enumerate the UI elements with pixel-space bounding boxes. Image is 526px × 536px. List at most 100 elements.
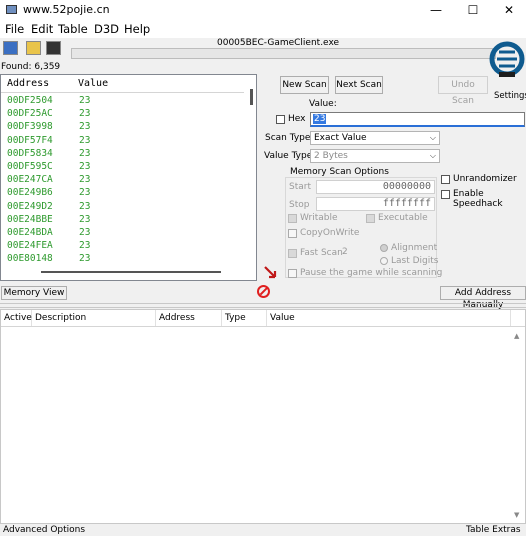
result-row[interactable]: 00E249D2 23 — [1, 201, 244, 214]
copy-on-write-label: CopyOnWrite — [300, 228, 360, 238]
value-label: Value: — [309, 99, 337, 109]
menu-table[interactable]: Table — [58, 22, 88, 36]
writable-checkbox[interactable] — [288, 214, 297, 223]
result-value: 23 — [79, 253, 91, 265]
result-value: 23 — [79, 200, 91, 212]
scan-progress-bar — [71, 48, 496, 59]
writable-label: Writable — [300, 213, 338, 223]
alignment-radio[interactable] — [380, 244, 388, 252]
memory-view-button[interactable]: Memory View — [1, 286, 67, 300]
add-to-list-arrow-icon[interactable] — [263, 265, 277, 279]
open-file-icon[interactable] — [26, 41, 41, 55]
add-address-manually-button[interactable]: Add Address Manually — [440, 286, 526, 310]
results-hscrollbar[interactable] — [41, 271, 221, 273]
advanced-options-link[interactable]: Advanced Options — [3, 525, 85, 535]
menu-file[interactable]: File — [5, 22, 24, 36]
menu-help[interactable]: Help — [124, 22, 150, 36]
executable-checkbox[interactable] — [366, 214, 375, 223]
stop-address-input[interactable]: ffffffff — [316, 197, 435, 211]
result-value: 23 — [79, 187, 91, 199]
result-row[interactable]: 00E80148 23 — [1, 253, 244, 266]
col-description[interactable]: Description — [32, 310, 156, 326]
value-type-select[interactable]: 2 Bytes ⌵ — [310, 149, 440, 163]
result-address: 00DF3998 — [7, 121, 53, 133]
col-address[interactable]: Address — [156, 310, 222, 326]
minimize-button[interactable]: — — [419, 0, 453, 20]
close-button[interactable]: ✕ — [492, 0, 526, 20]
fast-scan-value[interactable]: 2 — [342, 247, 348, 257]
result-row[interactable]: 00E24BDA 23 — [1, 227, 244, 240]
result-row[interactable]: 00DF3998 23 — [1, 121, 244, 134]
new-scan-button[interactable]: New Scan — [280, 76, 329, 94]
fast-scan-checkbox[interactable] — [288, 249, 297, 258]
maximize-button[interactable]: ☐ — [456, 0, 490, 20]
value-type-label: Value Type — [264, 151, 313, 161]
value-input[interactable]: 23 — [310, 112, 525, 127]
result-address: 00E80148 — [7, 253, 53, 265]
result-row[interactable]: 00E247CA 23 — [1, 174, 244, 187]
results-scrollbar[interactable] — [250, 89, 253, 105]
scroll-up-icon[interactable]: ▲ — [514, 332, 519, 340]
result-value: 23 — [79, 240, 91, 252]
result-address: 00E24FEA — [7, 240, 53, 252]
result-address: 00DF2504 — [7, 95, 53, 106]
result-address: 00DF595C — [7, 161, 53, 172]
result-row[interactable]: 00E249B6 23 — [1, 187, 244, 200]
scroll-down-icon[interactable]: ▼ — [514, 511, 519, 519]
scan-results-list[interactable]: Address Value 00DF2504 23 00DF25AC 23 00DF39… — [0, 74, 257, 281]
value-text: 23 — [313, 114, 327, 124]
menu-d3d[interactable]: D3D — [94, 22, 119, 36]
results-col-address[interactable]: Address — [7, 78, 49, 89]
memory-scan-options-title: Memory Scan Options — [289, 167, 390, 177]
results-header: Address Value — [1, 75, 244, 93]
address-table-scrollbar[interactable]: ▲ ▼ — [511, 326, 525, 523]
menu-edit[interactable]: Edit — [31, 22, 53, 36]
result-row[interactable]: 00DF2504 23 — [1, 95, 244, 108]
settings-label[interactable]: Settings — [494, 91, 526, 101]
result-row[interactable]: 00E24BBE 23 — [1, 214, 244, 227]
undo-scan-button[interactable]: Undo Scan — [438, 76, 488, 106]
fast-scan-label: Fast Scan — [300, 248, 343, 258]
alignment-label: Alignment — [391, 243, 438, 253]
result-value: 23 — [79, 108, 91, 120]
speedhack-checkbox[interactable] — [441, 190, 450, 199]
pause-game-label: Pause the game while scanning — [300, 268, 443, 278]
start-address-input[interactable]: 00000000 — [316, 180, 435, 194]
open-process-icon[interactable] — [3, 41, 18, 55]
result-value: 23 — [79, 134, 91, 146]
result-row[interactable]: 00DF25AC 23 — [1, 108, 244, 121]
address-table[interactable]: Active Description Address Type Value ▲ … — [0, 309, 526, 524]
result-row[interactable]: 00DF57F4 23 — [1, 135, 244, 148]
result-row[interactable]: 00DF5834 23 — [1, 148, 244, 161]
executable-label: Executable — [378, 213, 428, 223]
chevron-down-icon: ⌵ — [429, 133, 436, 142]
hex-label: Hex — [288, 114, 306, 124]
next-scan-button[interactable]: Next Scan — [335, 76, 383, 94]
col-type[interactable]: Type — [222, 310, 267, 326]
start-label: Start — [289, 182, 311, 192]
scan-type-label: Scan Type — [265, 133, 311, 143]
last-digits-radio[interactable] — [380, 257, 388, 265]
result-value: 23 — [79, 95, 91, 106]
col-active[interactable]: Active — [1, 310, 32, 326]
unrandomizer-checkbox[interactable] — [441, 175, 450, 184]
results-col-value[interactable]: Value — [78, 78, 108, 89]
copy-on-write-checkbox[interactable] — [288, 229, 297, 238]
save-icon[interactable] — [46, 41, 61, 55]
app-icon — [6, 5, 17, 14]
pause-game-checkbox[interactable] — [288, 269, 297, 278]
settings-logo-icon[interactable] — [489, 40, 525, 78]
hex-checkbox[interactable] — [276, 115, 285, 124]
result-value: 23 — [79, 213, 91, 225]
result-row[interactable]: 00E24FEA 23 — [1, 240, 244, 253]
scan-type-select[interactable]: Exact Value ⌵ — [310, 131, 440, 145]
speedhack-label: Enable Speedhack — [453, 189, 503, 209]
result-row[interactable]: 00DF595C 23 — [1, 161, 244, 174]
table-extras-link[interactable]: Table Extras — [466, 525, 521, 535]
col-value[interactable]: Value — [267, 310, 511, 326]
result-value: 23 — [79, 174, 91, 186]
result-value: 23 — [79, 161, 91, 172]
result-address: 00DF25AC — [7, 108, 53, 120]
result-value: 23 — [79, 227, 91, 238]
panel-splitter[interactable] — [0, 303, 526, 308]
